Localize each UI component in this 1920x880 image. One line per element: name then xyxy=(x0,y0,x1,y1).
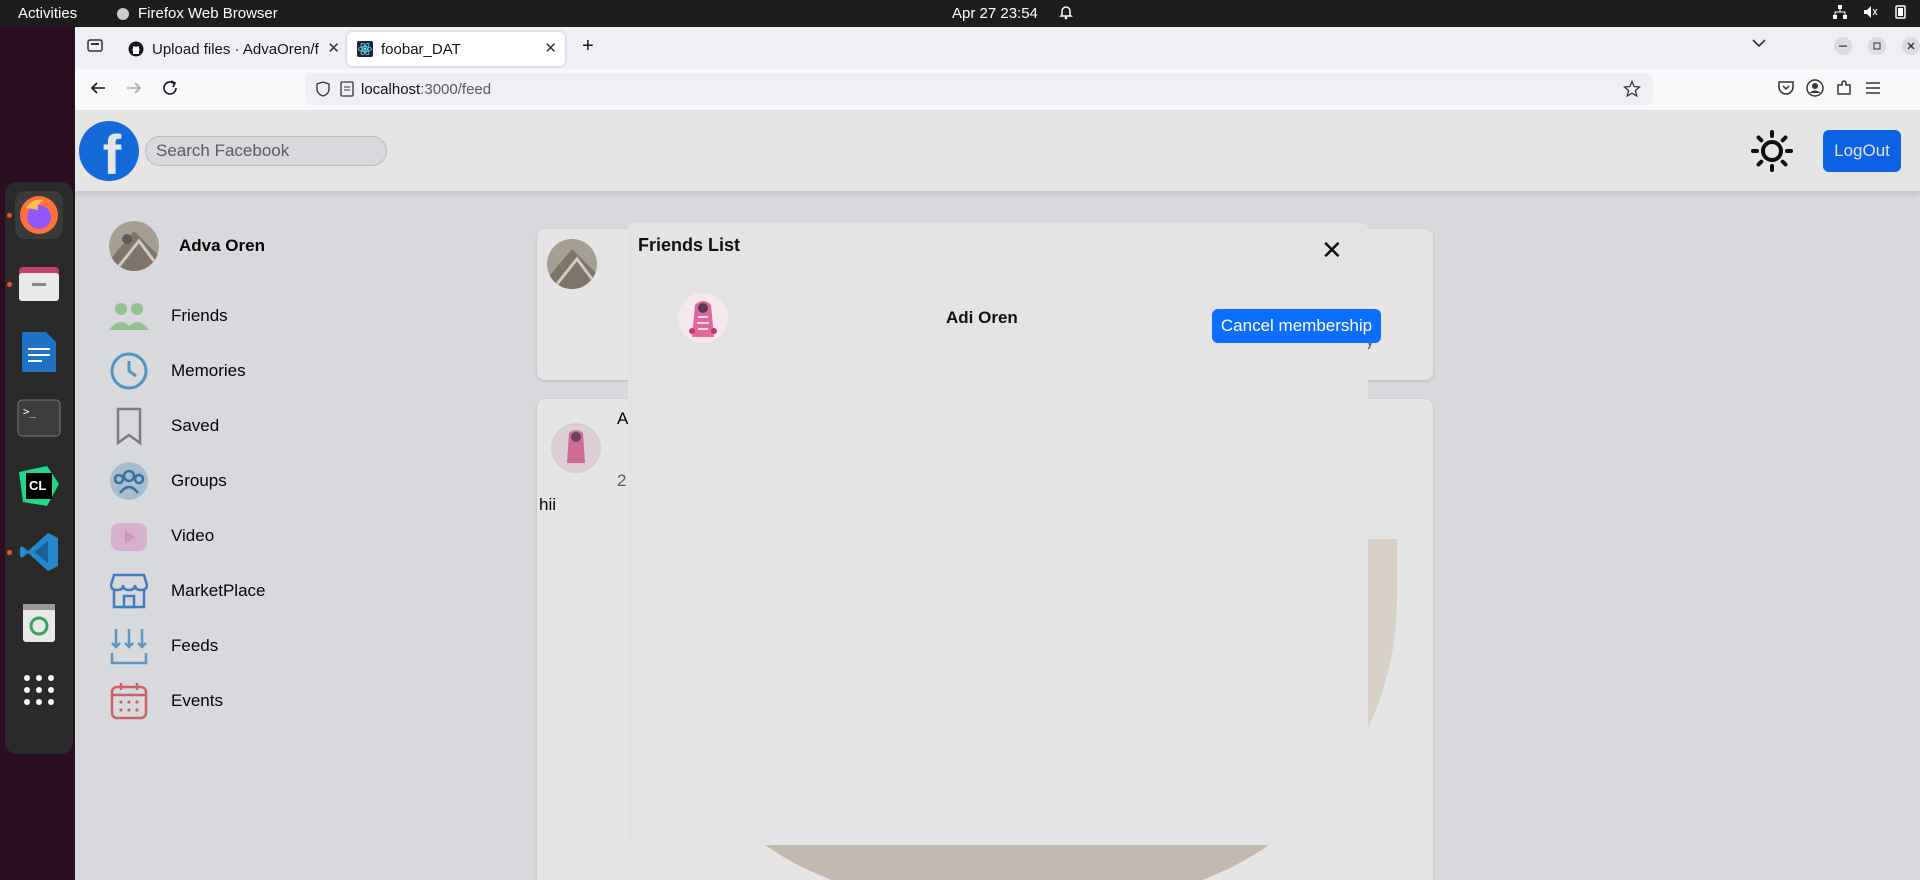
power-icon xyxy=(1895,5,1906,19)
list-item: Adi Oren Cancel membership xyxy=(678,293,1381,343)
activities-button[interactable]: Activities xyxy=(18,5,77,22)
system-top-bar: Activities Firefox Web Browser Apr 27 23… xyxy=(0,0,1920,27)
url-host: localhost xyxy=(361,80,421,98)
friends-list-modal: Friends List ✕ Adi Oren Cancel membershi… xyxy=(628,223,1381,845)
files-dock-icon[interactable] xyxy=(15,260,63,308)
tab-label: foobar_DAT xyxy=(381,40,461,58)
vscode-dock-icon[interactable] xyxy=(15,528,63,576)
network-icon xyxy=(1833,5,1847,19)
github-icon xyxy=(128,41,144,57)
running-indicator xyxy=(7,282,12,287)
avatar[interactable] xyxy=(678,293,728,343)
pocket-icon[interactable] xyxy=(1777,79,1795,102)
app-grid-icon[interactable] xyxy=(15,666,63,714)
browser-window: Upload files · AdvaOren/f ✕ foobar_DAT ✕… xyxy=(75,27,1920,880)
tab-foobar[interactable]: foobar_DAT ✕ xyxy=(347,32,565,66)
firefox-dock-icon[interactable] xyxy=(15,191,63,239)
firefox-small-icon xyxy=(117,7,129,20)
app-name: Firefox Web Browser xyxy=(138,5,278,22)
cancel-membership-button[interactable]: Cancel membership xyxy=(1212,309,1381,343)
svg-text:>_: >_ xyxy=(23,405,37,418)
terminal-dock-icon[interactable]: >_ xyxy=(15,394,63,442)
system-tray[interactable] xyxy=(1832,4,1908,20)
close-icon[interactable]: ✕ xyxy=(1321,237,1343,263)
forward-arrow-icon[interactable] xyxy=(125,79,143,102)
shield-icon[interactable] xyxy=(315,81,331,101)
running-indicator xyxy=(7,213,12,218)
clion-dock-icon[interactable]: CL xyxy=(15,462,63,510)
dock-panel: >_ CL xyxy=(5,182,73,754)
tab-strip: Upload files · AdvaOren/f ✕ foobar_DAT ✕… xyxy=(75,27,1920,69)
app-menu[interactable]: Firefox Web Browser xyxy=(116,5,278,22)
friend-name[interactable]: Adi Oren xyxy=(946,308,1018,328)
modal-title: Friends List xyxy=(638,235,741,255)
dock: >_ CL xyxy=(0,27,75,880)
url-path: :3000/feed xyxy=(420,80,492,98)
running-indicator xyxy=(7,550,12,555)
reload-icon[interactable] xyxy=(161,79,179,102)
back-arrow-icon[interactable] xyxy=(89,79,107,102)
new-tab-icon[interactable]: + xyxy=(582,35,594,58)
extensions-icon[interactable] xyxy=(1835,79,1853,102)
trash-dock-icon[interactable] xyxy=(15,598,63,646)
svg-text:CL: CL xyxy=(29,478,46,493)
writer-dock-icon[interactable] xyxy=(15,328,63,376)
close-tab-icon[interactable]: ✕ xyxy=(327,39,340,57)
minimize-window-icon[interactable] xyxy=(1834,37,1852,60)
close-window-icon[interactable] xyxy=(1902,37,1920,60)
navigation-toolbar: localhost:3000/feed xyxy=(75,69,1920,111)
hamburger-menu-icon[interactable] xyxy=(1864,79,1882,102)
tab-overview-icon[interactable] xyxy=(87,37,103,58)
notification-bell-icon xyxy=(1058,4,1074,24)
volume-icon xyxy=(1864,6,1878,18)
tab-label: Upload files · AdvaOren/f xyxy=(152,40,319,58)
page-content: f LogOut A xyxy=(75,111,1920,880)
list-tabs-chevron-down-icon[interactable] xyxy=(1751,35,1767,56)
maximize-window-icon[interactable] xyxy=(1868,37,1886,60)
url-bar[interactable]: localhost:3000/feed xyxy=(305,73,1653,105)
bookmark-star-icon[interactable] xyxy=(1622,79,1642,102)
react-icon xyxy=(357,41,373,57)
page-info-icon[interactable] xyxy=(339,81,355,101)
tab-upload-files[interactable]: Upload files · AdvaOren/f ✕ xyxy=(118,32,348,66)
clock[interactable]: Apr 27 23:54 xyxy=(952,5,1038,22)
account-icon[interactable] xyxy=(1806,79,1824,102)
close-tab-icon[interactable]: ✕ xyxy=(544,39,557,57)
